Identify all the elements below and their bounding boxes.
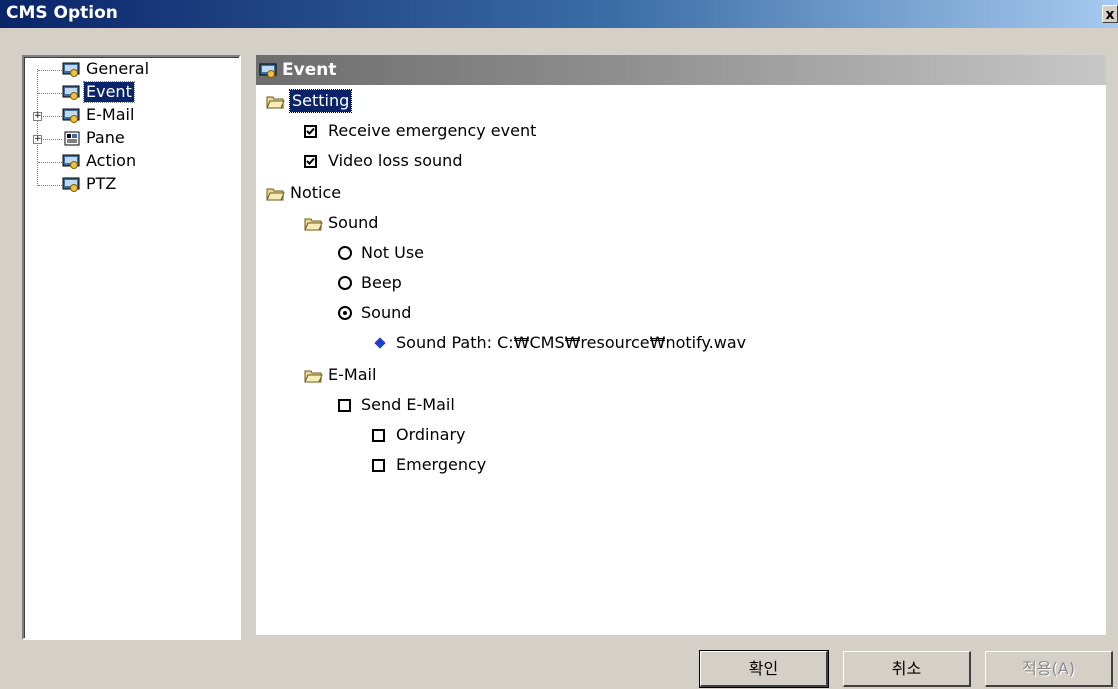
checkbox-label: Video loss sound	[328, 151, 463, 170]
option-page-icon	[62, 177, 80, 192]
radio-beep[interactable]: Beep	[338, 270, 638, 296]
checkbox-label: Ordinary	[396, 425, 466, 444]
folder-open-icon	[266, 96, 285, 109]
radio-unselected-icon[interactable]	[338, 246, 352, 260]
option-page-icon	[62, 154, 80, 169]
tree-item-email[interactable]: + E-Mail	[24, 105, 234, 127]
option-page-icon	[62, 85, 80, 100]
expand-plus-icon[interactable]: +	[33, 112, 42, 121]
group-setting[interactable]: Setting	[266, 88, 566, 114]
checkbox-checked-icon[interactable]	[304, 125, 317, 138]
window-title: CMS Option	[6, 3, 118, 23]
sound-path-value: Sound Path: C:₩CMS₩resource₩notify.wav	[396, 333, 747, 352]
checkbox-ordinary[interactable]: Ordinary	[372, 422, 672, 448]
group-sound[interactable]: Sound	[304, 210, 604, 236]
checkbox-receive-emergency-event[interactable]: Receive emergency event	[304, 118, 804, 144]
expand-plus-icon[interactable]: +	[33, 135, 42, 144]
checkbox-emergency[interactable]: Emergency	[372, 452, 672, 478]
tree-item-action[interactable]: Action	[24, 151, 234, 173]
tree-connector	[43, 139, 62, 140]
checkbox-send-email[interactable]: Send E-Mail	[338, 392, 638, 418]
radio-sound[interactable]: Sound	[338, 300, 638, 326]
ok-button[interactable]: 확인	[699, 650, 829, 688]
folder-open-icon	[304, 218, 323, 231]
diamond-bullet-icon	[374, 337, 386, 349]
radio-label: Sound	[361, 303, 412, 322]
close-button[interactable]: x	[1102, 5, 1118, 23]
event-settings-panel: Event Setting Receive emergency event Vi…	[256, 55, 1106, 635]
checkbox-label: Send E-Mail	[361, 395, 455, 414]
radio-not-use[interactable]: Not Use	[338, 240, 638, 266]
cancel-button[interactable]: 취소	[843, 651, 971, 687]
apply-button[interactable]: 적용(A)	[985, 651, 1113, 687]
tree-label-event: Event	[83, 81, 135, 103]
tree-connector	[38, 93, 62, 94]
checkbox-checked-icon[interactable]	[304, 155, 317, 168]
tree-label-ptz: PTZ	[86, 174, 117, 193]
checkbox-label: Receive emergency event	[328, 121, 537, 140]
checkbox-unchecked-icon[interactable]	[338, 399, 351, 412]
group-label-sound: Sound	[328, 213, 379, 232]
tree-label-pane: Pane	[86, 128, 125, 147]
option-page-icon	[259, 63, 277, 83]
tree-connector	[38, 162, 62, 163]
checkbox-unchecked-icon[interactable]	[372, 459, 385, 472]
tree-item-pane[interactable]: + Pane	[24, 128, 234, 150]
tree-label-general: General	[86, 59, 150, 78]
title-bar: CMS Option x	[0, 0, 1118, 28]
tree-connector	[38, 185, 62, 186]
radio-label: Beep	[361, 273, 402, 292]
group-label-setting: Setting	[288, 89, 353, 113]
group-label-notice: Notice	[290, 183, 342, 202]
tree-item-event[interactable]: Event	[24, 81, 234, 104]
folder-open-icon	[266, 188, 285, 201]
option-page-icon	[62, 62, 80, 77]
option-page-icon	[62, 108, 80, 123]
radio-selected-icon[interactable]	[338, 306, 352, 320]
radio-unselected-icon[interactable]	[338, 276, 352, 290]
tree-label-action: Action	[86, 151, 137, 170]
group-email[interactable]: E-Mail	[304, 362, 604, 388]
radio-label: Not Use	[361, 243, 425, 262]
checkbox-label: Emergency	[396, 455, 487, 474]
panel-title: Event	[282, 60, 337, 80]
tree-label-email: E-Mail	[86, 105, 135, 124]
pane-icon	[64, 131, 80, 146]
tree-connector	[43, 116, 62, 117]
checkbox-unchecked-icon[interactable]	[372, 429, 385, 442]
tree-item-general[interactable]: General	[24, 59, 234, 81]
checkbox-video-loss-sound[interactable]: Video loss sound	[304, 148, 804, 174]
tree-connector	[38, 70, 62, 71]
tree-item-ptz[interactable]: PTZ	[24, 174, 234, 196]
option-tree: General Event + E-Mail + Pane Action PTZ	[22, 55, 241, 640]
cms-option-window: CMS Option x General Event + E-Mail + Pa…	[0, 0, 1118, 689]
folder-open-icon	[304, 370, 323, 383]
close-icon: x	[1105, 7, 1115, 23]
group-label-email: E-Mail	[328, 365, 377, 384]
group-notice[interactable]: Notice	[266, 180, 566, 206]
panel-header: Event	[256, 55, 1106, 85]
sound-path-item[interactable]: Sound Path: C:₩CMS₩resource₩notify.wav	[374, 330, 974, 356]
